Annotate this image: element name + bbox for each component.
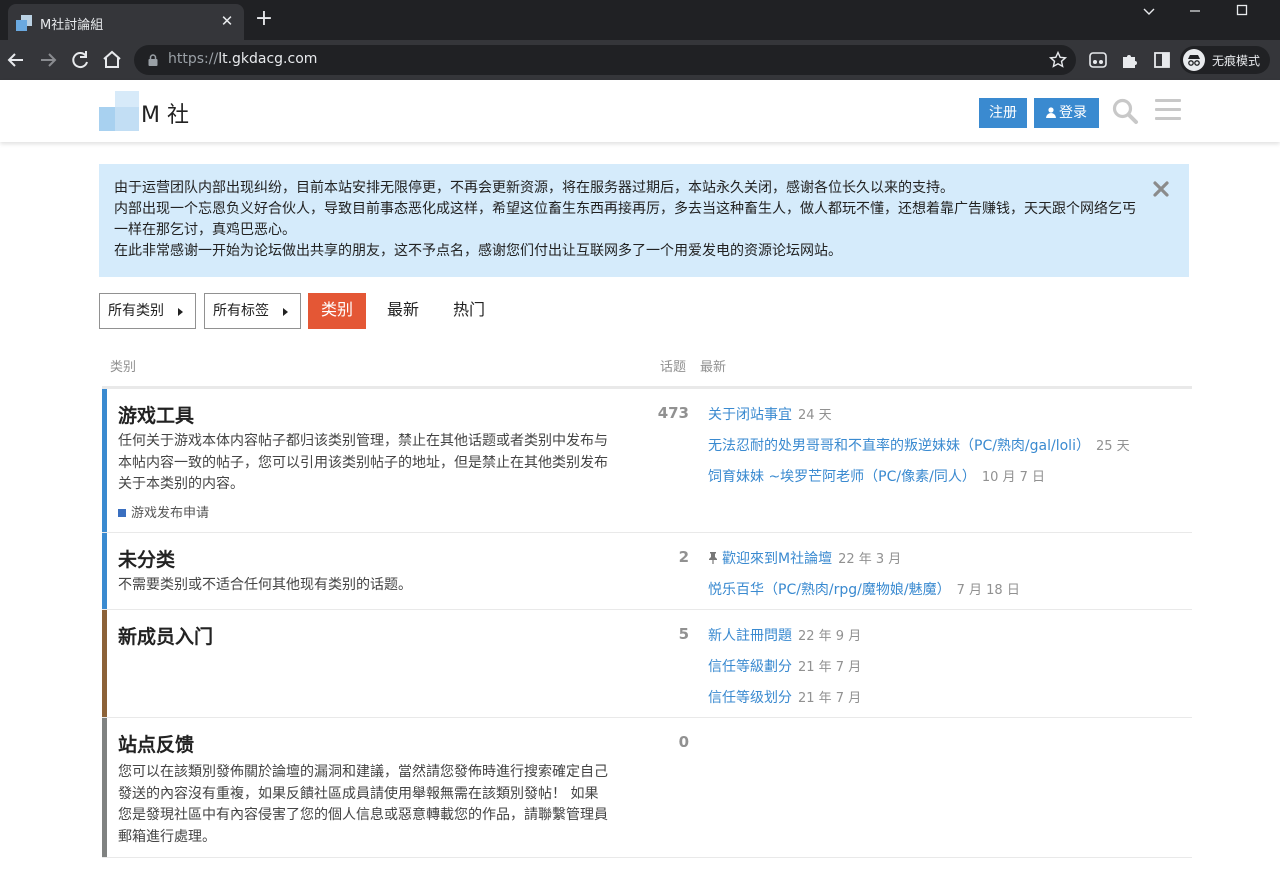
latest-topic-date: 21 年 7 月 [798,660,862,675]
category-description: 您可以在該類別發佈關於論壇的漏洞和建議，當然請您發佈時進行搜索確定自己發送的內容… [118,764,608,845]
latest-topic-title[interactable]: 饲育妹妹 ~埃罗芒阿老师（PC/像素/同人） [708,469,976,485]
minimize-icon[interactable] [1172,0,1218,30]
user-icon [1046,107,1056,118]
category-description: 任何关于游戏本体内容帖子都归该类别管理，禁止在其他话题或者类别中发布与本帖内容一… [118,433,608,492]
banner-line: 在此非常感谢一开始为论坛做出共享的朋友，这不予点名，感谢您们付出让互联网多了一个… [114,243,842,259]
address-bar[interactable]: https://lt.gkdacg.com [134,45,1076,75]
tag-dropdown-label: 所有标签 [213,303,269,319]
latest-topic[interactable]: 无法忍耐的处男哥哥和不直率的叛逆妹妹（PC/熟肉/gal/loli） 25 天 [708,435,1130,455]
site-title[interactable]: M 社 [141,97,189,129]
latest-topic[interactable]: 歡迎來到M社論壇 22 年 3 月 [708,548,901,568]
signup-button[interactable]: 注册 [979,98,1027,128]
site-favicon-icon [16,15,32,31]
latest-topic-date: 25 天 [1095,439,1130,454]
url-text[interactable]: https://lt.gkdacg.com [168,51,317,67]
category-color-bar [102,718,107,857]
banner-line: 由于运营团队内部出现纠纷，目前本站安排无限停更，不再会更新资源，将在服务器过期后… [114,180,954,196]
latest-topic[interactable]: 关于闭站事宜 24 天 [708,404,832,424]
latest-topic-date: 21 年 7 月 [798,691,862,706]
subcategory-color-square [118,509,126,517]
site-logo[interactable] [99,91,139,131]
category-dropdown-label: 所有类别 [108,303,164,319]
category-dropdown[interactable]: 所有类别 [99,293,196,329]
category-description: 不需要类别或不适合任何其他现有类别的话题。 [118,577,412,593]
latest-topic-title[interactable]: 歡迎來到M社論壇 [722,551,832,567]
back-icon[interactable] [2,46,30,74]
star-icon[interactable] [1048,50,1068,70]
caret-right-icon [283,308,288,316]
category-name[interactable]: 站点反馈 [118,730,194,757]
latest-topic[interactable]: 饲育妹妹 ~埃罗芒阿老师（PC/像素/同人） 10 月 7 日 [708,466,1045,486]
tab-latest[interactable]: 最新 [376,293,430,329]
sidepanel-icon[interactable] [1151,49,1173,71]
topic-count: 473 [657,404,689,422]
category-name[interactable]: 游戏工具 [118,401,194,428]
forward-icon[interactable] [34,46,62,74]
topic-count: 5 [678,625,689,643]
tab-search-chevron-icon[interactable] [1126,0,1172,30]
category-color-bar [102,533,107,609]
category-row: 游戏工具 任何关于游戏本体内容帖子都归该类别管理，禁止在其他话题或者类别中发布与… [102,389,1192,533]
latest-topic-title[interactable]: 信任等級劃分 [708,659,792,675]
tab-categories[interactable]: 类别 [308,293,366,329]
category-name[interactable]: 新成员入门 [118,622,213,649]
latest-topic-title[interactable]: 关于闭站事宜 [708,407,792,423]
reload-icon[interactable] [66,46,94,74]
home-icon[interactable] [98,46,126,74]
tag-dropdown[interactable]: 所有标签 [204,293,301,329]
incognito-badge[interactable]: 无痕模式 [1180,46,1270,74]
browser-toolbar: https://lt.gkdacg.com [0,40,1280,80]
tab-close-icon[interactable]: ✕ [218,12,236,30]
latest-topic-date: 24 天 [798,408,832,423]
topic-count: 2 [678,548,689,566]
latest-topic-title[interactable]: 悦乐百华（PC/熟肉/rpg/魔物娘/魅魔） [708,582,951,598]
category-row: 未分类 不需要类别或不适合任何其他现有类别的话题。 2 歡迎來到M社論壇 22 年… [102,533,1192,610]
latest-topic[interactable]: 信任等級劃分 21 年 7 月 [708,656,861,676]
login-button[interactable]: 登录 [1034,98,1099,128]
close-icon[interactable] [1150,178,1172,200]
category-color-bar [102,610,107,717]
search-icon[interactable] [1111,97,1139,125]
category-name[interactable]: 未分类 [118,545,175,572]
incognito-label: 无痕模式 [1212,54,1261,68]
hamburger-menu-icon[interactable] [1155,99,1181,123]
latest-topic[interactable]: 悦乐百华（PC/熟肉/rpg/魔物娘/魅魔） 7 月 18 日 [708,579,1020,599]
login-label: 登录 [1059,105,1087,121]
browser-tab[interactable]: M社討論組 ✕ [8,4,244,40]
category-row: 站点反馈 您可以在該類別發佈關於論壇的漏洞和建議，當然請您發佈時進行搜索確定自己… [102,718,1192,858]
category-color-bar [102,389,107,532]
new-tab-icon[interactable]: + [252,8,276,32]
announcement-banner: 由于运营团队内部出现纠纷，目前本站安排无限停更，不再会更新资源，将在服务器过期后… [99,164,1189,277]
latest-topic-title[interactable]: 无法忍耐的处男哥哥和不直率的叛逆妹妹（PC/熟肉/gal/loli） [708,438,1090,454]
browser-tabstrip: M社討論組 ✕ + [0,0,1280,40]
topic-count: 0 [678,733,689,751]
extension-icon[interactable] [1087,49,1109,71]
puzzle-icon[interactable] [1119,49,1141,71]
site-header: M 社 注册 登录 [0,80,1280,142]
latest-topic-date: 10 月 7 日 [981,470,1046,485]
column-header-category: 类别 [110,360,137,375]
latest-topic[interactable]: 新人註冊問題 22 年 9 月 [708,625,861,645]
lock-icon[interactable] [146,53,160,67]
latest-topic-date: 7 月 18 日 [956,583,1020,598]
latest-topic[interactable]: 信任等级划分 21 年 7 月 [708,687,861,707]
subcategory-link[interactable]: 游戏发布申请 [118,502,209,521]
column-header-latest: 最新 [700,360,727,375]
caret-right-icon [178,308,183,316]
maximize-icon[interactable] [1219,0,1265,30]
tab-top[interactable]: 热门 [442,293,496,329]
latest-topic-date: 22 年 3 月 [838,552,902,567]
latest-topic-date: 22 年 9 月 [798,629,862,644]
column-header-topics: 话题 [660,360,687,375]
latest-topic-title[interactable]: 新人註冊問題 [708,628,792,644]
pin-icon [709,552,717,564]
tab-title: M社討論組 [40,18,104,33]
category-row: 新成员入门 5 新人註冊問題 22 年 9 月 信任等級劃分 21 年 7 月 信任… [102,610,1192,718]
banner-line: 内部出现一个忘恩负义好合伙人，导致目前事态恶化成这样，希望这位畜生东西再接再厉，… [114,201,1136,238]
latest-topic-title[interactable]: 信任等级划分 [708,690,792,706]
incognito-icon [1183,49,1205,71]
